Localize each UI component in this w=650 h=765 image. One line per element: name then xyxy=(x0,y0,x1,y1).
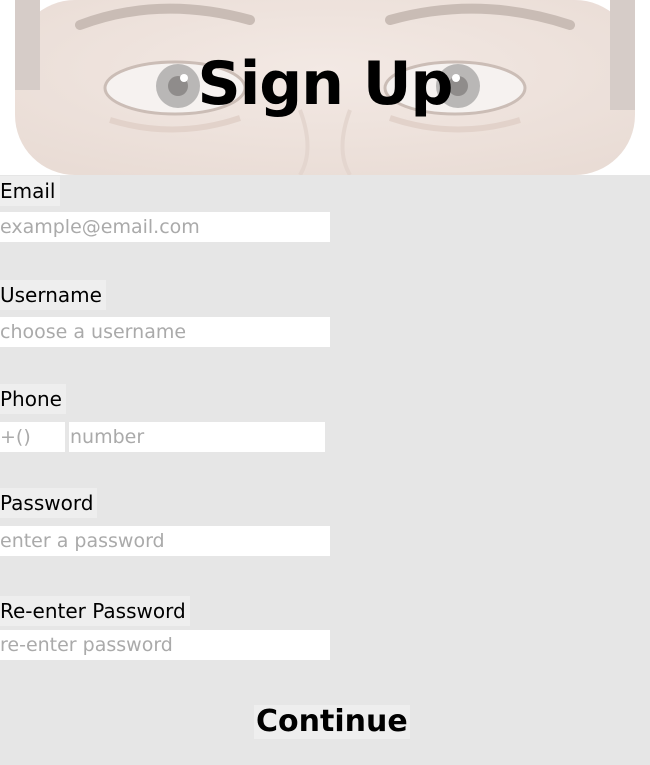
email-input[interactable] xyxy=(0,212,330,242)
phone-number-input[interactable] xyxy=(69,422,325,452)
page-title: Sign Up xyxy=(197,49,453,119)
password-label: Password xyxy=(0,488,98,518)
header-banner: Sign Up xyxy=(0,0,650,175)
email-label: Email xyxy=(0,176,60,206)
username-label: Username xyxy=(0,280,106,310)
signup-page: Sign Up Email Username Phone Password Re… xyxy=(0,0,650,765)
reenter-password-label: Re-enter Password xyxy=(0,596,190,626)
username-input[interactable] xyxy=(0,317,330,347)
continue-button[interactable]: Continue xyxy=(254,705,410,739)
phone-label: Phone xyxy=(0,384,66,414)
phone-country-code-input[interactable] xyxy=(0,422,65,452)
reenter-password-input[interactable] xyxy=(0,630,330,660)
password-input[interactable] xyxy=(0,526,330,556)
